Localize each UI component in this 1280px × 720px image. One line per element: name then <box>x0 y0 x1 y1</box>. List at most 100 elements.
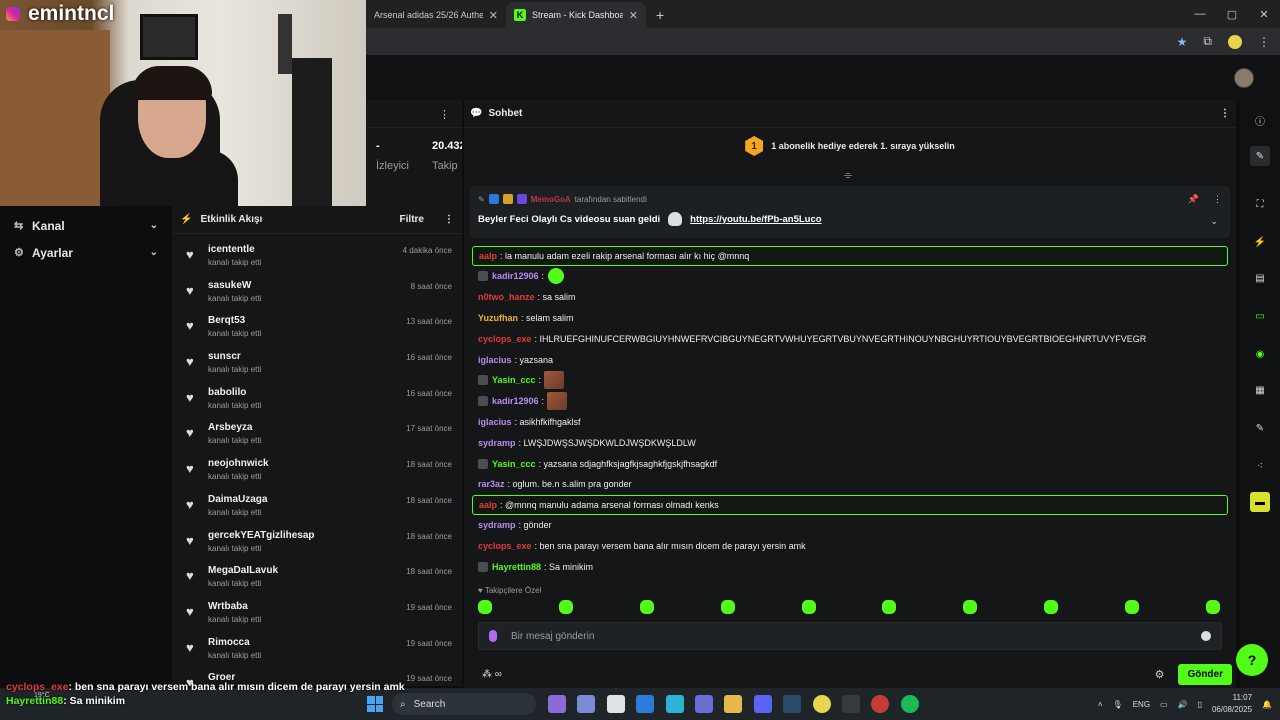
collapse-icon[interactable]: ⌯ <box>844 170 852 181</box>
maximize-icon[interactable]: ▢ <box>1216 0 1248 28</box>
chat-username[interactable]: rar3az <box>478 479 505 489</box>
app-icon[interactable] <box>871 695 890 713</box>
new-tab-button[interactable]: + <box>646 2 674 28</box>
activity-user[interactable]: sunscr <box>208 351 406 362</box>
chat-username[interactable]: Yasin_ccc <box>492 375 536 385</box>
activity-row[interactable]: ♥ babolilo kanalı takip etti 16 saat önce <box>172 381 462 417</box>
help-button[interactable]: ? <box>1236 644 1268 676</box>
activity-row[interactable]: ♥ gercekYEATgizlihesap kanalı takip etti 18… <box>172 524 462 560</box>
nodes-icon[interactable]: ⁖ <box>1250 456 1270 476</box>
wrench-icon[interactable]: ✎ <box>1250 418 1270 438</box>
sidebar-item-ayarlar[interactable]: ⚙ Ayarlar ⌄ <box>0 239 172 266</box>
more-options-icon[interactable]: ⋮ <box>1220 108 1230 119</box>
outlook-icon[interactable] <box>636 695 655 713</box>
sidebar-item-kanal[interactable]: ⇆ Kanal ⌄ <box>0 212 172 239</box>
emote-icon[interactable] <box>1125 600 1139 614</box>
document-icon[interactable]: ▤ <box>1250 268 1270 288</box>
broadcast-icon[interactable]: ◉ <box>1250 344 1270 364</box>
chat-username[interactable]: Yasin_ccc <box>492 459 536 469</box>
bookmark-star-icon[interactable]: ★ <box>1177 35 1188 49</box>
clapperboard-icon[interactable]: ▬ <box>1250 492 1270 512</box>
activity-row[interactable]: ♥ Arsbeyza kanalı takip etti 17 saat önce <box>172 416 462 452</box>
chat-username[interactable]: sydramp <box>478 438 516 448</box>
more-options-icon[interactable]: ⋮ <box>1213 194 1222 205</box>
chat-username[interactable]: cyclops_exe <box>478 541 532 551</box>
chevron-down-icon[interactable]: ⌄ <box>1210 216 1218 227</box>
edge-icon[interactable] <box>665 695 684 713</box>
emote-icon[interactable] <box>558 600 573 614</box>
chat-username[interactable]: Hayrettin88 <box>492 562 541 572</box>
discord-icon[interactable] <box>753 695 772 713</box>
user-avatar[interactable] <box>1234 68 1254 88</box>
filter-button[interactable]: Filtre <box>400 214 424 225</box>
chat-username[interactable]: iglacius <box>478 355 512 365</box>
activity-row[interactable]: ♥ MegaDaILavuk kanalı takip etti 18 saat ön… <box>172 559 462 595</box>
profile-icon[interactable] <box>1228 34 1242 49</box>
activity-user[interactable]: icententle <box>208 244 403 255</box>
emote-icon[interactable] <box>882 600 897 614</box>
store-icon[interactable] <box>606 695 625 713</box>
emoji-icon[interactable] <box>1201 631 1211 641</box>
lightning-icon[interactable]: ⚡ <box>1250 232 1270 252</box>
chat-username[interactable]: cyclops_exe <box>478 334 532 344</box>
emote-icon[interactable] <box>801 600 816 614</box>
microphone-icon[interactable] <box>489 630 497 642</box>
more-options-icon[interactable]: ⋮ <box>439 108 450 121</box>
activity-row[interactable]: ♥ DaimaUzaga kanalı takip etti 18 saat önce <box>172 488 462 524</box>
chat-username[interactable]: aalp <box>479 251 497 261</box>
browser-tab-arsenal[interactable]: Arsenal adidas 25/26 Authentic ✕ <box>366 2 506 28</box>
activity-row[interactable]: ♥ Berqt53 kanalı takip etti 13 saat önce <box>172 309 462 345</box>
activity-user[interactable]: DaimaUzaga <box>208 494 406 505</box>
close-icon[interactable]: ✕ <box>629 9 638 22</box>
emote-icon[interactable] <box>639 600 654 614</box>
clock[interactable]: 11:07 06/08/2025 <box>1212 692 1252 716</box>
activity-user[interactable]: Rimocca <box>208 637 406 648</box>
app-icon[interactable] <box>548 695 566 713</box>
chat-username[interactable]: kadir12906 <box>492 396 539 406</box>
activity-row[interactable]: ♥ neojohnwick kanalı takip etti 18 saat önc… <box>172 452 462 488</box>
activity-user[interactable]: sasukeW <box>208 280 411 291</box>
chat-username[interactable]: iglacius <box>478 417 512 427</box>
activity-row[interactable]: ♥ Wrtbaba kanalı takip etti 19 saat önce <box>172 595 462 631</box>
layout-icon[interactable]: ▦ <box>1250 380 1270 400</box>
activity-user[interactable]: babolilo <box>208 387 406 398</box>
emote-icon[interactable] <box>720 600 735 614</box>
unpin-icon[interactable]: 📌 <box>1188 194 1199 205</box>
chat-icon[interactable]: ▭ <box>1250 306 1270 326</box>
chat-username[interactable]: Yuzufhan <box>478 313 518 323</box>
volume-icon[interactable]: 🔊 <box>1178 700 1188 709</box>
activity-user[interactable]: Arsbeyza <box>208 422 406 433</box>
emote-icon[interactable] <box>963 600 978 614</box>
gift-sub-promo[interactable]: 1 1 abonelik hediye ederek 1. sıraya yük… <box>464 136 1236 156</box>
expand-icon[interactable]: ⛶ <box>1250 194 1270 214</box>
activity-row[interactable]: ♥ Rimocca kanalı takip etti 19 saat önce <box>172 631 462 667</box>
more-options-icon[interactable]: ⋮ <box>444 214 454 225</box>
chevron-up-icon[interactable]: ˄ <box>1098 700 1103 709</box>
activity-user[interactable]: Berqt53 <box>208 315 406 326</box>
browser-tab-kick-dashboard[interactable]: K Stream - Kick Dashboard ✕ <box>506 2 646 28</box>
send-button[interactable]: Gönder <box>1178 663 1232 685</box>
activity-row[interactable]: ♥ sasukeW kanalı takip etti 8 saat önce <box>172 274 462 310</box>
minimize-icon[interactable]: — <box>1184 0 1216 28</box>
info-icon[interactable]: ⓘ <box>1250 110 1270 130</box>
chat-username[interactable]: n0two_hanze <box>478 292 535 302</box>
network-icon[interactable]: ▭ <box>1160 700 1168 709</box>
close-icon[interactable]: ✕ <box>489 9 498 22</box>
emote-icon[interactable] <box>1044 600 1059 614</box>
close-window-icon[interactable]: ✕ <box>1248 0 1280 28</box>
chat-username[interactable]: aalp <box>479 500 497 510</box>
chat-username[interactable]: sydramp <box>478 520 516 530</box>
gear-icon[interactable]: ⚙ <box>1155 668 1165 681</box>
pinned-link[interactable]: https://youtu.be/fPb-an5Luco <box>690 214 821 225</box>
activity-user[interactable]: gercekYEATgizlihesap <box>208 530 406 541</box>
folder-icon[interactable] <box>724 695 743 713</box>
chrome-icon[interactable] <box>812 695 831 713</box>
battery-icon[interactable]: ▯ <box>1198 700 1202 709</box>
edit-icon[interactable]: ✎ <box>1250 146 1270 166</box>
activity-user[interactable]: neojohnwick <box>208 458 406 469</box>
app-icon[interactable] <box>577 695 596 713</box>
activity-user[interactable]: Wrtbaba <box>208 601 406 612</box>
mic-icon[interactable]: 🎙 <box>1113 700 1123 709</box>
chat-username[interactable]: kadir12906 <box>492 271 539 281</box>
chat-input[interactable]: Bir mesaj gönderin <box>478 622 1222 650</box>
